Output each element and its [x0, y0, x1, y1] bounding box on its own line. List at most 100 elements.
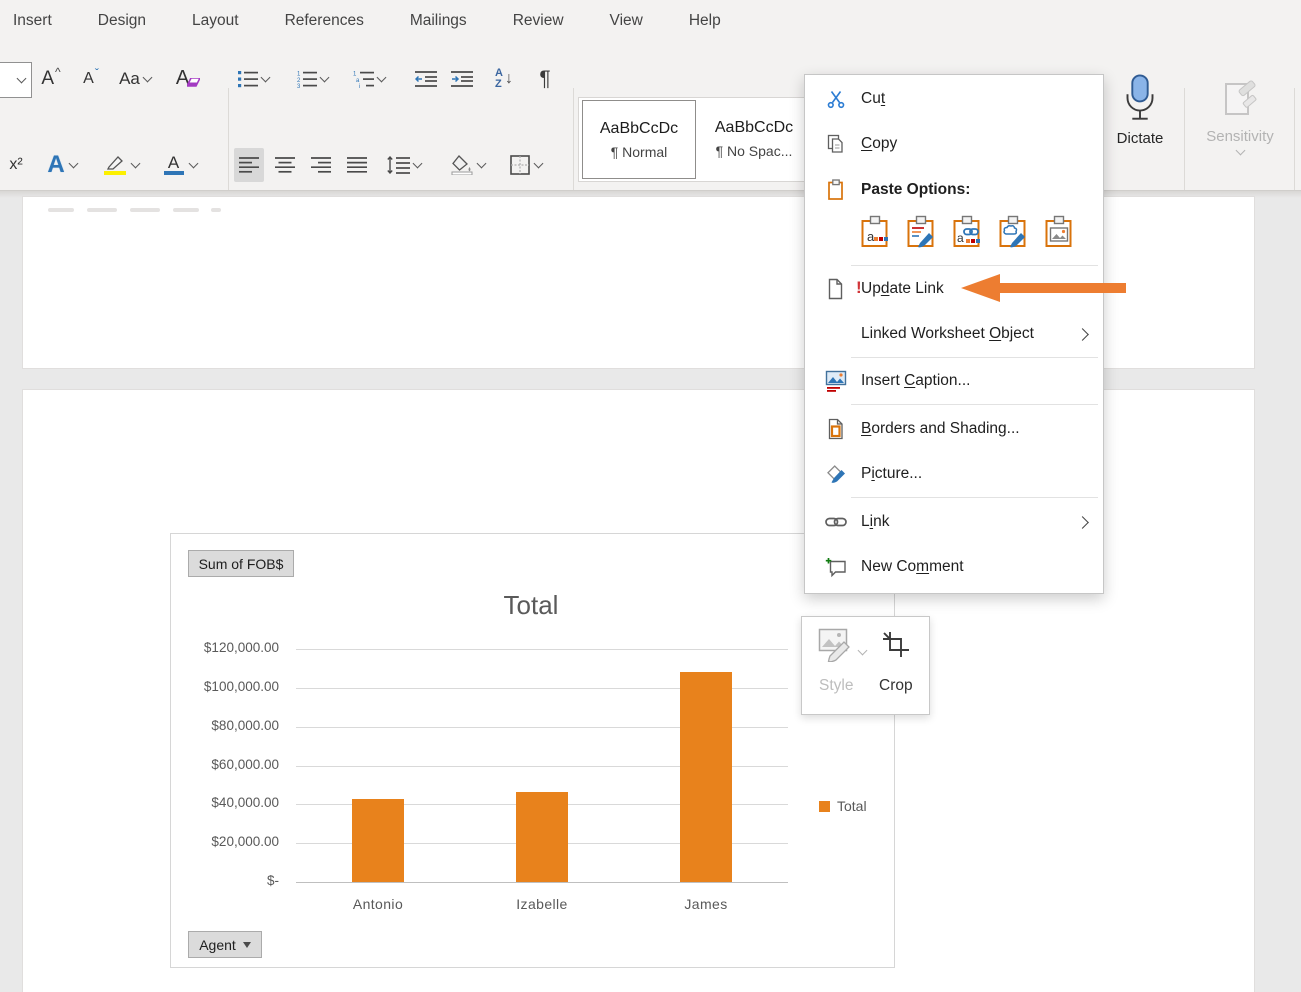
- submenu-chevron-icon: [1076, 328, 1089, 341]
- superscript-button[interactable]: x²: [0, 148, 32, 182]
- y-axis-tick-label: $80,000.00: [171, 718, 279, 733]
- align-right-button[interactable]: [306, 148, 336, 182]
- line-spacing-icon: [386, 156, 410, 174]
- dictate-button[interactable]: Dictate: [1106, 50, 1174, 170]
- menu-item-paste-options: Paste Options:: [805, 172, 1103, 208]
- font-size-combo[interactable]: [0, 62, 32, 98]
- svg-text:1: 1: [297, 72, 301, 78]
- svg-text:1: 1: [353, 72, 357, 78]
- line-spacing-button[interactable]: [380, 148, 426, 182]
- align-left-button[interactable]: [234, 148, 264, 182]
- tab-mailings[interactable]: Mailings: [410, 12, 467, 30]
- sensitivity-button[interactable]: Sensitivity: [1198, 50, 1282, 180]
- numbered-list-icon: 123: [297, 70, 317, 88]
- format-picture-icon: [823, 463, 849, 485]
- sort-icon: AZ ↓: [495, 68, 513, 90]
- sort-button[interactable]: AZ ↓: [486, 60, 522, 98]
- multilevel-list-button[interactable]: 1ai: [348, 62, 390, 96]
- numbering-button[interactable]: 123: [292, 62, 332, 96]
- y-axis-tick-label: $40,000.00: [171, 795, 279, 810]
- bar-antonio: [352, 799, 404, 882]
- pivot-field-button[interactable]: Sum of FOB$: [188, 550, 294, 577]
- picture-style-icon: [818, 628, 856, 662]
- link-icon: [823, 515, 849, 529]
- align-center-button[interactable]: [270, 148, 300, 182]
- increase-indent-button[interactable]: [446, 62, 478, 96]
- insert-caption-icon: [823, 370, 849, 392]
- x-axis-label-james: James: [646, 896, 766, 912]
- linked-chart-object[interactable]: Sum of FOB$ Total $-$20,000.00$40,000.00…: [170, 533, 895, 968]
- crop-button[interactable]: [882, 630, 910, 663]
- legend-label: Total: [837, 798, 867, 814]
- text-effects-button[interactable]: A: [38, 146, 86, 184]
- bullets-button[interactable]: [234, 62, 272, 96]
- style-dropdown-chevron[interactable]: [859, 641, 866, 659]
- highlighter-icon: [104, 155, 126, 175]
- paste-link-keep-source-formatting-button[interactable]: a: [952, 215, 982, 254]
- tab-view[interactable]: View: [610, 12, 643, 30]
- style-card-no-spacing[interactable]: AaBbCcDc ¶ No Spac...: [698, 100, 810, 177]
- ribbon-tab-bar: Insert Design Layout References Mailings Revi…: [0, 0, 1301, 42]
- align-right-icon: [311, 156, 331, 174]
- font-color-icon: A: [164, 155, 184, 176]
- bullet-list-icon: [238, 70, 258, 88]
- x-axis-label-izabelle: Izabelle: [482, 896, 602, 912]
- svg-text:a: a: [957, 231, 964, 245]
- x-axis-label-antonio: Antonio: [318, 896, 438, 912]
- grow-font-button[interactable]: A^: [34, 62, 68, 96]
- pivot-axis-button[interactable]: Agent: [188, 931, 262, 958]
- borders-grid-icon: [510, 155, 530, 175]
- style-button-label: Style: [819, 677, 853, 695]
- paste-picture-button[interactable]: [1044, 215, 1074, 254]
- tab-design[interactable]: Design: [98, 12, 146, 30]
- chart-gridline: [296, 649, 788, 650]
- clear-formatting-button[interactable]: A: [168, 60, 208, 96]
- paste-link-use-destination-styles-button[interactable]: [998, 215, 1028, 254]
- menu-item-new-comment[interactable]: New Comment: [805, 549, 1103, 585]
- menu-item-cut[interactable]: Cut: [805, 81, 1103, 117]
- justify-icon: [347, 156, 367, 174]
- text-highlight-button[interactable]: [94, 146, 148, 184]
- y-axis-tick-label: $100,000.00: [171, 679, 279, 694]
- tab-review[interactable]: Review: [513, 12, 564, 30]
- style-button[interactable]: [818, 628, 856, 667]
- menu-item-link[interactable]: Link: [805, 504, 1103, 540]
- decrease-indent-button[interactable]: [410, 62, 442, 96]
- shrink-font-button[interactable]: Aˇ: [74, 62, 108, 96]
- y-axis-tick-label: $20,000.00: [171, 834, 279, 849]
- tab-help[interactable]: Help: [689, 12, 721, 30]
- paste-merge-formatting-button[interactable]: [906, 215, 936, 254]
- submenu-chevron-icon: [1076, 516, 1089, 529]
- menu-item-picture[interactable]: Picture...: [805, 456, 1103, 492]
- font-color-button[interactable]: A: [154, 146, 206, 184]
- menu-item-copy[interactable]: Copy: [805, 126, 1103, 162]
- y-axis-tick-label: $60,000.00: [171, 757, 279, 772]
- menu-item-insert-caption[interactable]: Insert Caption...: [805, 363, 1103, 399]
- legend-swatch: [819, 801, 830, 812]
- dropdown-arrow-icon: [243, 942, 251, 948]
- borders-button[interactable]: [500, 146, 552, 184]
- context-menu: Cut Copy Paste Options: a a !: [804, 74, 1104, 594]
- style-card-normal[interactable]: AaBbCcDc ¶ Normal: [582, 100, 696, 179]
- paste-keep-source-formatting-button[interactable]: a: [860, 215, 890, 254]
- paint-bucket-icon: [451, 155, 473, 175]
- svg-text:3: 3: [297, 84, 301, 88]
- tab-references[interactable]: References: [285, 12, 364, 30]
- sensitivity-icon: [1221, 77, 1259, 123]
- align-left-icon: [239, 156, 259, 174]
- menu-item-borders-and-shading[interactable]: Borders and Shading...: [805, 411, 1103, 447]
- chart-legend: Total: [819, 798, 867, 814]
- ribbon: A^ Aˇ Aa A x² A A 123 1ai AZ ↓: [0, 42, 1301, 191]
- justify-button[interactable]: [342, 148, 372, 182]
- tab-layout[interactable]: Layout: [192, 12, 239, 30]
- tab-insert[interactable]: Insert: [13, 12, 52, 30]
- bar-james: [680, 672, 732, 882]
- clipboard-icon: [823, 179, 849, 201]
- show-formatting-button[interactable]: ¶: [528, 60, 562, 98]
- change-case-button[interactable]: Aa: [112, 62, 158, 96]
- cut-icon: [823, 89, 849, 109]
- menu-item-linked-worksheet-object[interactable]: Linked Worksheet Object: [805, 316, 1103, 352]
- new-comment-icon: [823, 557, 849, 578]
- shading-button[interactable]: [442, 146, 494, 184]
- svg-text:i: i: [359, 84, 360, 88]
